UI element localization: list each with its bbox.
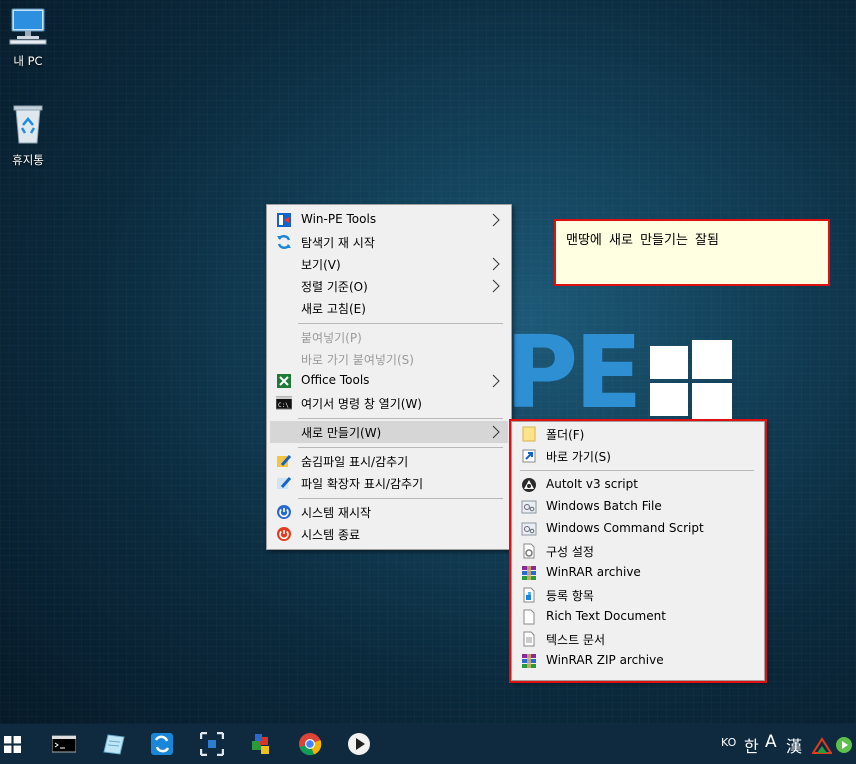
tray-network-icon[interactable] — [812, 735, 832, 755]
annotation-note: 맨땅에 새로 만들기는 잘됨 — [554, 219, 830, 286]
svg-text:C:\: C:\ — [278, 402, 289, 409]
menu-item-sort-by[interactable]: 정렬 기준(O) — [270, 275, 508, 297]
highlight-frame — [509, 419, 767, 683]
menu-item-toggle-hidden-files[interactable]: 숨김파일 표시/감추기 — [270, 450, 508, 472]
restart-icon — [277, 505, 291, 519]
media-player-icon[interactable] — [347, 732, 371, 756]
tray-ime-alpha[interactable]: A — [765, 732, 777, 752]
start-icon[interactable] — [4, 736, 21, 753]
desktop-icon-my-pc[interactable]: 내 PC — [0, 6, 56, 69]
tray-play-icon[interactable] — [835, 736, 853, 754]
file-extension-icon — [277, 477, 292, 489]
menu-separator — [298, 323, 503, 324]
menu-item-toggle-file-extensions[interactable]: 파일 확장자 표시/감추기 — [270, 472, 508, 494]
menu-item-new[interactable]: 새로 만들기(W) — [270, 421, 508, 443]
registry-tool-icon[interactable] — [249, 732, 273, 756]
tray-ime-hangul[interactable]: 한 — [744, 733, 759, 757]
menu-item-view[interactable]: 보기(V) — [270, 253, 508, 275]
menu-item-refresh[interactable]: 새로 고침(E) — [270, 297, 508, 319]
menu-item-system-shutdown[interactable]: 시스템 종료 — [270, 523, 508, 545]
menu-item-system-restart[interactable]: 시스템 재시작 — [270, 501, 508, 523]
hidden-files-icon — [277, 455, 292, 467]
shutdown-icon — [277, 527, 291, 541]
office-tools-icon — [277, 374, 291, 388]
explorer-refresh-icon[interactable] — [150, 732, 174, 756]
tray-ime-hanja[interactable]: 漢 — [786, 733, 802, 757]
winpe-tools-icon — [277, 213, 291, 227]
menu-item-winpe-tools[interactable]: Win-PE Tools — [270, 209, 508, 231]
desktop-icon-label: 내 PC — [13, 54, 43, 68]
command-prompt-icon[interactable] — [52, 732, 76, 756]
chevron-right-icon — [492, 425, 500, 439]
chevron-right-icon — [492, 257, 500, 271]
tray-language-indicator[interactable]: KO — [721, 736, 736, 749]
chrome-icon[interactable] — [298, 732, 322, 756]
menu-item-open-command-window[interactable]: C:\ 여기서 명령 창 열기(W) — [270, 392, 508, 414]
menu-item-restart-explorer[interactable]: 탐색기 재 시작 — [270, 231, 508, 253]
chevron-right-icon — [492, 213, 500, 227]
desktop-context-menu: Win-PE Tools 탐색기 재 시작 보기(V) 정렬 기준(O) 새로 … — [266, 204, 512, 550]
wallpaper-pe-logo: PE — [505, 314, 643, 431]
windows-logo-icon — [650, 340, 732, 422]
menu-item-paste-shortcut[interactable]: 바로 가기 붙여넣기(S) — [270, 348, 508, 370]
desktop-icon-label: 휴지통 — [12, 153, 44, 167]
cmd-icon: C:\ — [276, 396, 292, 410]
annotation-note-text: 맨땅에 새로 만들기는 잘됨 — [566, 233, 719, 248]
menu-separator — [298, 447, 503, 448]
chevron-right-icon — [492, 279, 500, 293]
capture-tool-icon[interactable] — [200, 732, 224, 756]
refresh-explorer-icon — [277, 235, 291, 249]
desktop-icon-recycle-bin[interactable]: 휴지통 — [0, 103, 56, 168]
notepad-icon[interactable] — [102, 732, 126, 756]
menu-item-paste[interactable]: 붙여넣기(P) — [270, 326, 508, 348]
taskbar: KO 한 A 漢 — [0, 724, 856, 764]
recycle-bin-icon — [13, 105, 43, 144]
menu-separator — [298, 498, 503, 499]
menu-item-office-tools[interactable]: Office Tools — [270, 370, 508, 392]
chevron-right-icon — [492, 374, 500, 388]
menu-separator — [298, 418, 503, 419]
computer-icon — [9, 8, 47, 45]
